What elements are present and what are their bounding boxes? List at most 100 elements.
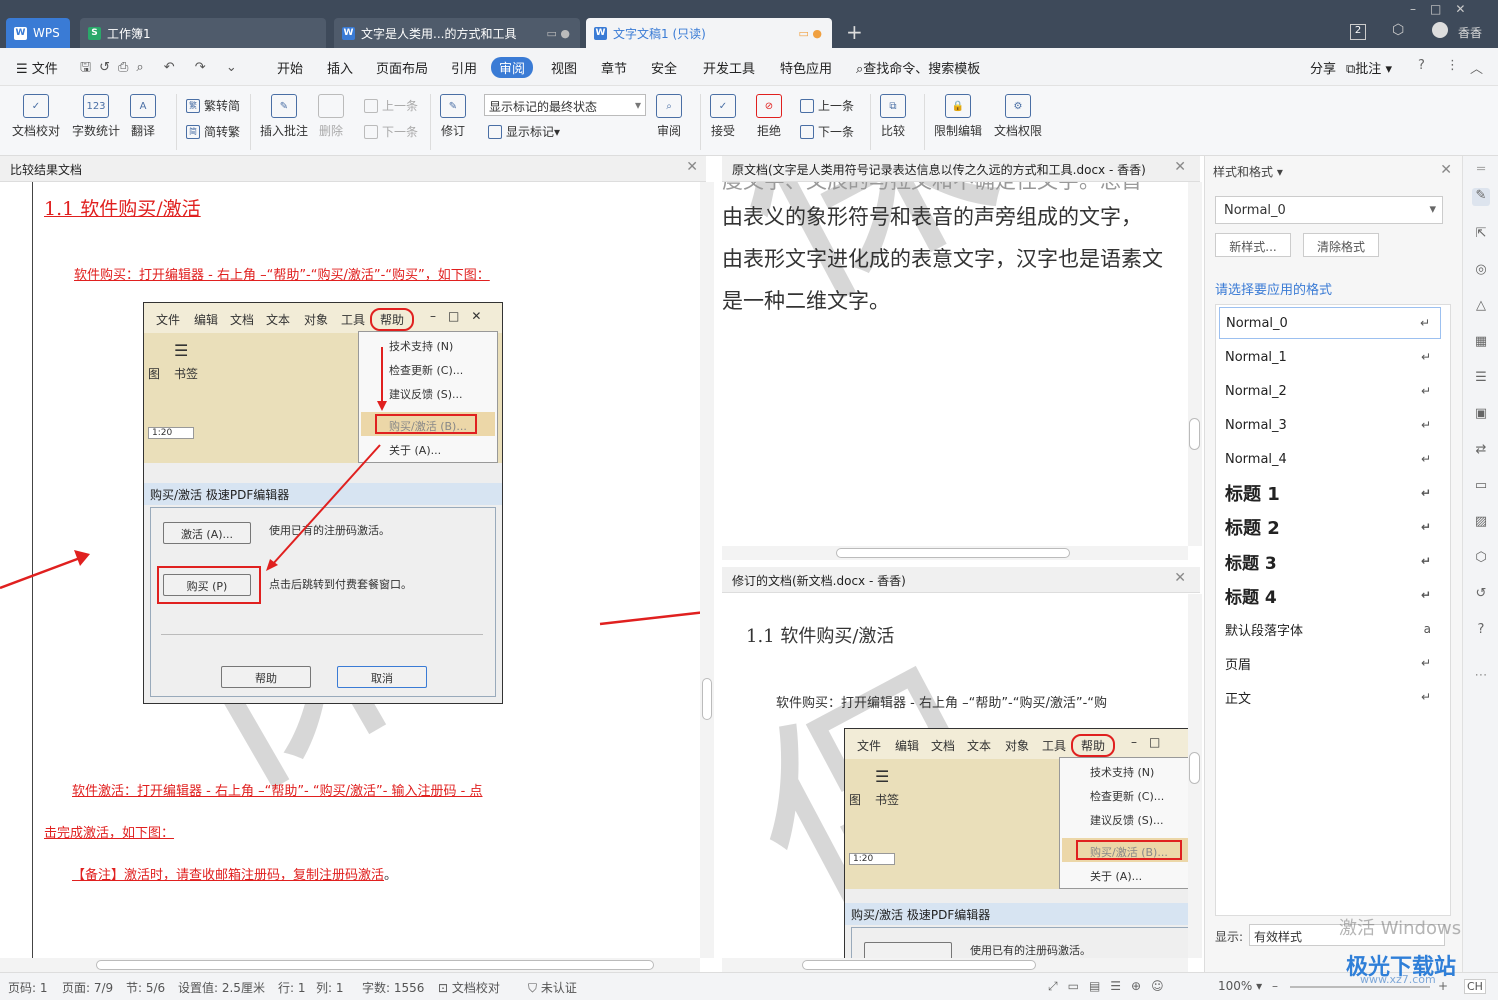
markup-select[interactable]: 显示标记的最终状态 ▾ — [484, 94, 646, 116]
help-icon[interactable]: ? — [1472, 622, 1490, 640]
proof-status[interactable]: ⊡ 文档校对 — [438, 979, 500, 996]
style-item[interactable]: 正文 ↵ — [1219, 681, 1441, 713]
ime-indicator[interactable]: CH — [1464, 979, 1486, 994]
page-indicator[interactable]: 页面: 7/9 — [62, 979, 113, 996]
new-style-button[interactable]: 新样式... — [1215, 233, 1291, 257]
zoom-slider[interactable] — [1290, 986, 1430, 988]
menu-review[interactable]: 审阅 — [491, 57, 534, 78]
compare-hscroll[interactable] — [0, 958, 700, 972]
menu-chapter[interactable]: 章节 — [601, 58, 627, 77]
collapse-icon[interactable]: ═ — [1472, 162, 1490, 180]
show-markup-button[interactable]: 显示标记 ▾ — [488, 123, 560, 140]
revised-vscroll[interactable] — [1188, 594, 1202, 958]
shield-icon[interactable]: ⬡ — [1472, 550, 1490, 568]
restrict-edit-button[interactable]: 🔒 限制编辑 — [934, 94, 982, 139]
original-vscroll[interactable] — [1188, 182, 1202, 546]
zoom-level[interactable]: 100% ▾ — [1218, 979, 1262, 993]
image-edit-icon[interactable]: ▣ — [1472, 406, 1490, 424]
style-item[interactable]: Normal_1 ↵ — [1219, 341, 1441, 373]
adjust-icon[interactable]: ☰ — [1472, 370, 1490, 388]
share-button[interactable]: 分享 — [1310, 58, 1336, 77]
collapse-ribbon-icon[interactable]: ︿ — [1470, 58, 1483, 77]
view-mode-icons[interactable]: ⤢▭▤☰⊕☺ — [1048, 979, 1174, 994]
tab-doc-original[interactable]: W 文字是人类用...的方式和工具 ▭ ● — [334, 18, 580, 48]
insert-comment-button[interactable]: ✎ 插入批注 — [260, 94, 308, 139]
menu-special[interactable]: 特色应用 — [780, 58, 832, 77]
select-icon[interactable]: ⇱ — [1472, 226, 1490, 244]
shape-icon[interactable]: ◎ — [1472, 262, 1490, 280]
more-icon[interactable]: ⋮ — [1446, 58, 1459, 73]
menu-security[interactable]: 安全 — [651, 58, 677, 77]
help-button[interactable]: ? — [1418, 58, 1425, 73]
current-style-select[interactable]: Normal_0 ▾ — [1215, 196, 1443, 224]
menu-view[interactable]: 视图 — [551, 58, 577, 77]
more-icon[interactable]: ⋯ — [1472, 668, 1490, 686]
tab-wps-home[interactable]: W WPS — [6, 18, 70, 48]
close-icon[interactable]: ✕ — [1440, 162, 1452, 178]
translate-icon[interactable]: ⇄ — [1472, 442, 1490, 460]
style-item[interactable]: 标题 3 ↵ — [1219, 545, 1441, 577]
skin-icon[interactable]: ⬡ — [1392, 22, 1404, 38]
zoom-in-icon[interactable]: + — [1438, 979, 1448, 993]
style-item[interactable]: Normal_0 ↵ — [1219, 307, 1441, 339]
style-item[interactable]: 页眉 ↵ — [1219, 647, 1441, 679]
next-comment-button[interactable]: 下一条 — [364, 123, 418, 140]
tab-doc-readonly[interactable]: W 文字文稿1 (只读) ▭ ● — [586, 18, 832, 48]
close-icon[interactable]: ✕ — [1174, 570, 1186, 586]
style-item[interactable]: 标题 1 ↵ — [1219, 477, 1441, 509]
style-item[interactable]: Normal_3 ↵ — [1219, 409, 1441, 441]
style-item[interactable]: Normal_4 ↵ — [1219, 443, 1441, 475]
unsaved-dot-icon[interactable]: ▭ ● — [799, 27, 823, 40]
history-icon[interactable]: ↺ — [1472, 586, 1490, 604]
review-pane-button[interactable]: ⌕ 审阅 — [656, 94, 682, 139]
doc-permission-button[interactable]: ⚙ 文档权限 — [994, 94, 1042, 139]
next-change-button[interactable]: 下一条 — [800, 123, 854, 140]
close-icon[interactable]: ✕ — [686, 159, 698, 175]
command-search[interactable]: ⌕查找命令、搜索模板 — [856, 58, 980, 77]
proof-button[interactable]: ✓ 文档校对 — [12, 94, 60, 139]
style-item[interactable]: 默认段落字体 a — [1219, 613, 1441, 645]
revise-button[interactable]: ✎ 修订 — [440, 94, 466, 139]
translate-button[interactable]: A 翻译 — [130, 94, 156, 139]
tab-workbook[interactable]: S 工作簿1 — [80, 18, 326, 48]
original-document[interactable]: 保 度文字、文辰的与拉文和不确定性文字。总首 由表义的象形符号和表音的声旁组成的… — [722, 182, 1188, 546]
menu-insert[interactable]: 插入 — [327, 58, 353, 77]
original-hscroll[interactable] — [722, 546, 1188, 560]
picture-icon[interactable]: ▨ — [1472, 514, 1490, 532]
prev-comment-button[interactable]: 上一条 — [364, 97, 418, 114]
compare-vscroll[interactable] — [700, 182, 714, 958]
style-item[interactable]: 标题 4 ↵ — [1219, 579, 1441, 611]
style-item[interactable]: 标题 2 ↵ — [1219, 511, 1441, 543]
compare-button[interactable]: ⧉ 比较 — [880, 94, 906, 139]
tab-close-icon[interactable]: ▭ ● — [547, 27, 571, 40]
window-controls[interactable]: –□✕ — [1410, 2, 1479, 16]
archive-icon[interactable]: ▭ — [1472, 478, 1490, 496]
compare-document[interactable]: 保 1.1 软件购买/激活 软件购买：打开编辑器 - 右上角 –“帮助”-“购买… — [0, 182, 706, 958]
word-count[interactable]: 字数: 1556 — [362, 979, 424, 996]
clear-format-button[interactable]: 清除格式 — [1303, 233, 1379, 257]
quick-access-icons[interactable]: 🖫↺⎙⌕ ↶ ↷ ⌄ — [80, 58, 245, 80]
delete-comment-button[interactable]: 删除 — [318, 94, 344, 139]
close-icon[interactable]: ✕ — [1174, 159, 1186, 175]
style-pen-icon[interactable]: ✎ — [1472, 188, 1490, 206]
page-count-badge[interactable]: 2 — [1350, 24, 1366, 40]
fill-icon[interactable]: △ — [1472, 298, 1490, 316]
menu-layout[interactable]: 页面布局 — [376, 58, 428, 77]
comment-button[interactable]: ⧉批注 ▾ — [1346, 58, 1392, 77]
avatar[interactable] — [1432, 22, 1448, 38]
trad-to-simp-button[interactable]: 繁繁转简 — [186, 97, 240, 114]
cert-status[interactable]: ⛉ 未认证 — [528, 979, 577, 996]
revised-hscroll[interactable] — [722, 958, 1188, 972]
reject-button[interactable]: ⊘ 拒绝 — [756, 94, 782, 139]
file-menu[interactable]: ☰ 文件 — [16, 58, 58, 77]
table-icon[interactable]: ▦ — [1472, 334, 1490, 352]
accept-button[interactable]: ✓ 接受 — [710, 94, 736, 139]
prev-change-button[interactable]: 上一条 — [800, 97, 854, 114]
simp-to-trad-button[interactable]: 简简转繁 — [186, 123, 240, 140]
wordcount-button[interactable]: 123 字数统计 — [72, 94, 120, 139]
style-item[interactable]: Normal_2 ↵ — [1219, 375, 1441, 407]
zoom-out-icon[interactable]: – — [1272, 979, 1278, 993]
menu-reference[interactable]: 引用 — [451, 58, 477, 77]
revised-document[interactable]: 保 1.1 软件购买/激活 软件购买：打开编辑器 - 右上角 –“帮助”-“购买… — [722, 594, 1188, 958]
add-tab-button[interactable]: + — [846, 20, 863, 44]
